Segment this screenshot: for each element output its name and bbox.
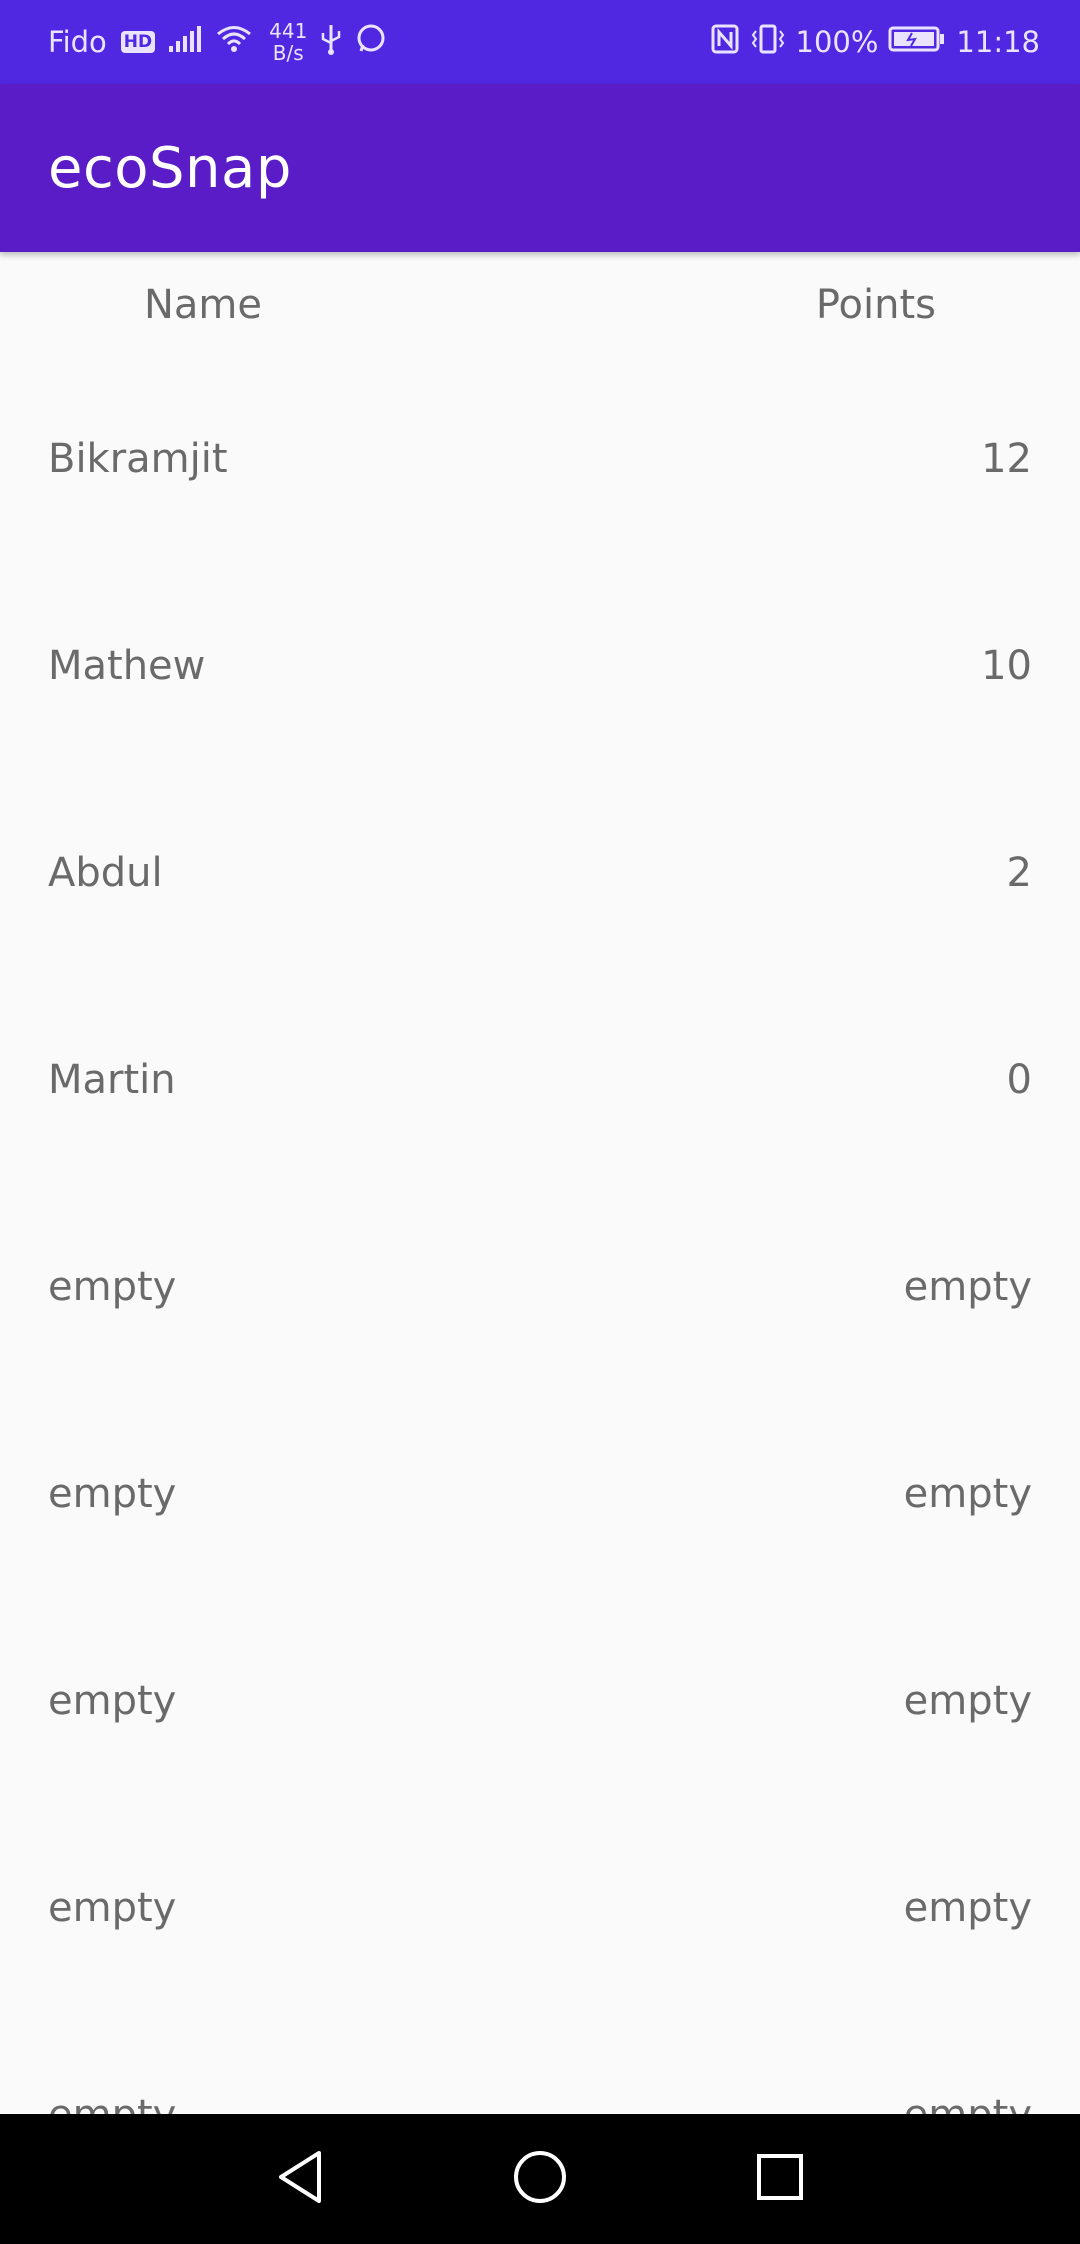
nfc-icon xyxy=(710,23,740,62)
table-row[interactable]: empty empty xyxy=(0,1447,1080,1547)
row-name: Abdul xyxy=(48,850,163,896)
row-points: 12 xyxy=(981,436,1032,482)
row-points: 0 xyxy=(1006,1057,1032,1103)
row-name: empty xyxy=(48,2092,176,2114)
row-points: 10 xyxy=(981,643,1032,689)
table-row[interactable]: empty empty xyxy=(0,2068,1080,2114)
table-row[interactable]: empty empty xyxy=(0,1654,1080,1754)
vibrate-icon xyxy=(750,23,786,62)
navigation-bar xyxy=(0,2114,1080,2244)
status-right: 100% 11:18 xyxy=(710,23,1040,62)
clock: 11:18 xyxy=(956,25,1040,59)
row-name: empty xyxy=(48,1678,177,1724)
recents-button[interactable] xyxy=(735,2134,825,2224)
column-header-name: Name xyxy=(144,282,263,328)
net-speed: 441 B/s xyxy=(269,20,307,64)
signal-icon xyxy=(167,24,203,61)
wifi-icon xyxy=(215,24,253,61)
row-points: empty xyxy=(904,2092,1032,2114)
home-icon xyxy=(512,2149,568,2209)
table-row[interactable]: Bikramjit 12 xyxy=(0,412,1080,512)
recents-icon xyxy=(755,2152,805,2206)
net-speed-value: 441 xyxy=(269,19,308,43)
column-header-points: Points xyxy=(815,282,936,328)
row-name: Mathew xyxy=(48,643,206,689)
row-name: empty xyxy=(48,1885,177,1931)
row-name: Bikramjit xyxy=(48,436,228,482)
row-points: empty xyxy=(903,1264,1032,1310)
row-points: empty xyxy=(903,1885,1032,1931)
carrier-name: Fido xyxy=(48,25,107,59)
home-button[interactable] xyxy=(495,2134,585,2224)
app-bar: ecoSnap xyxy=(0,84,1080,252)
back-button[interactable] xyxy=(255,2134,345,2224)
table-header: Name Points xyxy=(0,252,1080,362)
leaderboard-list[interactable]: Name Points Bikramjit 12 Mathew 10 Abdul… xyxy=(0,252,1080,2114)
app-title: ecoSnap xyxy=(48,135,292,201)
table-row[interactable]: empty empty xyxy=(0,1240,1080,1340)
table-row[interactable]: Abdul 2 xyxy=(0,826,1080,926)
row-points: 2 xyxy=(1006,850,1032,896)
table-row[interactable]: Martin 0 xyxy=(0,1033,1080,1133)
row-name: empty xyxy=(48,1471,177,1517)
row-points: empty xyxy=(903,1678,1032,1724)
whatsapp-icon xyxy=(355,23,387,62)
hd-badge: HD xyxy=(120,31,156,53)
table-row[interactable]: Mathew 10 xyxy=(0,619,1080,719)
row-name: Martin xyxy=(48,1057,176,1103)
status-bar: Fido HD 441 B/s 100% 11:18 xyxy=(0,0,1080,84)
back-icon xyxy=(275,2149,325,2209)
battery-percent: 100% xyxy=(795,25,879,59)
table-row[interactable]: empty empty xyxy=(0,1861,1080,1961)
row-points: empty xyxy=(903,1471,1032,1517)
battery-icon xyxy=(888,24,946,61)
usb-icon xyxy=(319,23,343,62)
row-name: empty xyxy=(48,1264,177,1310)
status-left: Fido HD 441 B/s xyxy=(48,20,710,64)
net-speed-unit: B/s xyxy=(272,41,304,65)
